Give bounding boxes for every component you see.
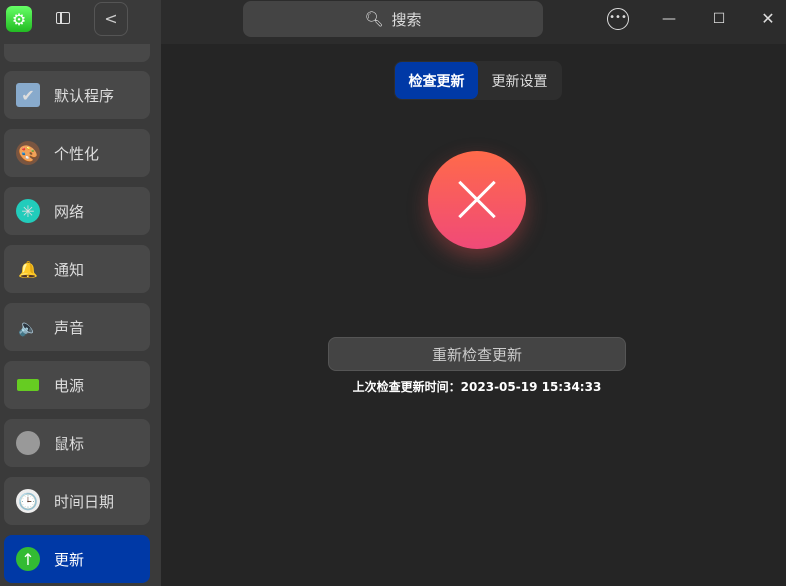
search-icon: 🔍︎ [364,10,384,28]
maximize-button[interactable]: ☐ [708,8,730,30]
search-input[interactable]: 🔍︎ 搜索 [243,1,543,37]
tab-bar: 检查更新 更新设置 [394,61,562,100]
sidebar-item-datetime[interactable]: 🕒 时间日期 [4,477,150,525]
sidebar-item-network[interactable]: ✳ 网络 [4,187,150,235]
error-icon [428,151,526,249]
network-icon: ✳ [16,199,40,223]
battery-icon [16,373,40,397]
update-icon: ↑ [16,547,40,571]
sidebar-item-power[interactable]: 电源 [4,361,150,409]
sidebar-item-mouse[interactable]: 鼠标 [4,419,150,467]
sidebar-header: ⚙ < [0,0,161,44]
menu-button[interactable]: ••• [607,8,629,30]
sidebar-item-notification[interactable]: 🔔 通知 [4,245,150,293]
back-button[interactable]: < [94,2,128,36]
bell-icon: 🔔 [18,259,38,279]
sidebar-item-update[interactable]: ↑ 更新 [4,535,150,583]
sidebar-toggle-icon[interactable] [56,12,70,24]
recheck-button[interactable]: 重新检查更新 [328,337,626,371]
clock-icon: 🕒 [16,489,40,513]
sidebar-item-sound[interactable]: 🔈 声音 [4,303,150,351]
tab-check-update[interactable]: 检查更新 [395,62,478,99]
tab-update-settings[interactable]: 更新设置 [478,62,561,99]
sidebar-item-personalization[interactable]: 🎨 个性化 [4,129,150,177]
sidebar-item-default-apps[interactable]: ✔ 默认程序 [4,71,150,119]
last-check-time: 上次检查更新时间：2023-05-19 15:34:33 [352,380,602,394]
mouse-icon [16,431,40,455]
app-logo-icon: ⚙ [6,6,32,32]
sidebar: ✔ 默认程序 🎨 个性化 ✳ 网络 🔔 通知 🔈 声音 电源 鼠标 🕒 时间日期 ↑ 更新 [0,0,161,586]
personalization-icon: 🎨 [16,141,40,165]
minimize-button[interactable]: — [658,8,680,30]
speaker-icon: 🔈 [18,317,38,337]
default-apps-icon: ✔ [16,83,40,107]
close-button[interactable]: ✕ [757,8,779,30]
